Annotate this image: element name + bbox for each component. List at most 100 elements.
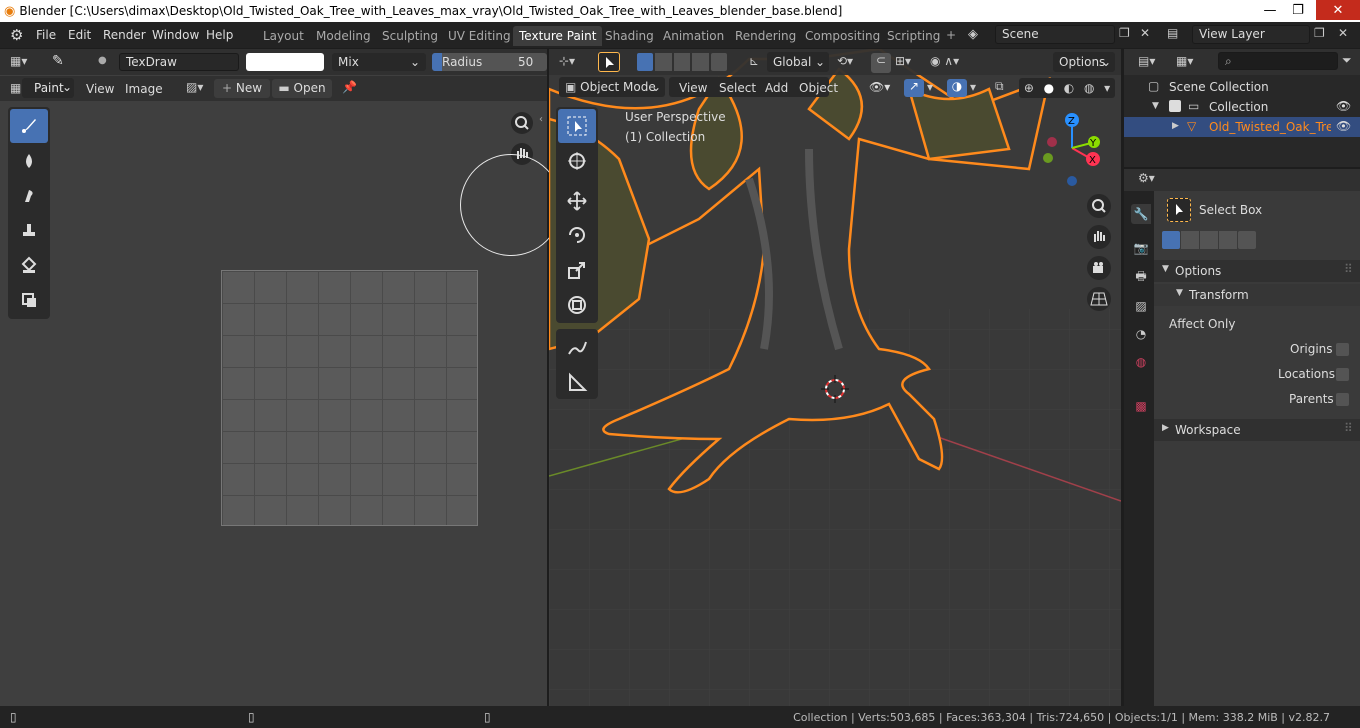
select-mode-set-icon[interactable] [1162, 231, 1180, 249]
paint-mode-select[interactable]: Paint ⌄ [22, 78, 74, 98]
menu-image[interactable]: Image [125, 82, 163, 96]
scene-field[interactable]: Scene [995, 25, 1115, 44]
camera-view-icon[interactable] [1086, 255, 1112, 281]
blender-menu-icon[interactable]: ⚙ [10, 26, 23, 44]
editor-type-icon[interactable]: ▦▾ [10, 54, 27, 68]
clone-tool-icon[interactable] [10, 213, 48, 247]
menu-viewport-add[interactable]: Add [765, 81, 788, 95]
sidebar-toggle-icon[interactable]: ‹ [539, 114, 543, 125]
tab-texture-paint[interactable]: Texture Paint [513, 26, 603, 46]
select-mode-invert-icon[interactable] [1219, 231, 1237, 249]
tab-shading[interactable]: Shading [599, 26, 660, 46]
viewport-options-button[interactable]: Options ⌄ [1053, 52, 1115, 72]
viewport-editor-type-icon[interactable]: ⊹▾ [559, 54, 575, 68]
snap-icon[interactable]: ⊂ [871, 53, 891, 73]
menu-help[interactable]: Help [206, 28, 233, 42]
origins-checkbox[interactable] [1336, 343, 1349, 356]
properties-editor-type-icon[interactable]: ⚙▾ [1138, 171, 1155, 185]
mask-tool-icon[interactable] [10, 283, 48, 317]
brush-color-swatch[interactable] [246, 53, 324, 71]
tab-scripting[interactable]: Scripting [881, 26, 946, 46]
image-zoom-icon[interactable] [510, 111, 534, 135]
shading-mode-group[interactable]: ⊕ ● ◐ ◍ ▾ [1019, 78, 1115, 98]
smear-tool-icon[interactable] [10, 179, 48, 213]
menu-view-image[interactable]: View [86, 82, 114, 96]
material-shading-icon[interactable]: ◐ [1064, 81, 1074, 95]
blend-mode-select[interactable]: Mix ⌄ [332, 53, 426, 71]
navigation-gizmo[interactable]: Z X Y [1036, 108, 1108, 190]
select-mode-intersect-icon[interactable] [1238, 231, 1256, 249]
object-visibility-icon[interactable]: 👁 [1336, 119, 1351, 133]
collection-label[interactable]: Collection [1209, 100, 1268, 114]
add-workspace-icon[interactable]: + [946, 28, 956, 42]
tab-uv-editing[interactable]: UV Editing [442, 26, 517, 46]
viewport-pan-icon[interactable] [1086, 224, 1112, 250]
view-layer-icon[interactable]: ▤ [1167, 26, 1178, 40]
menu-file[interactable]: File [36, 28, 56, 42]
tool-tab-icon[interactable]: 🔧 [1131, 204, 1151, 224]
tab-layout[interactable]: Layout [257, 26, 310, 46]
collection-checkbox[interactable] [1169, 100, 1181, 112]
world-tab-icon[interactable]: ◍ [1131, 352, 1151, 372]
pin-icon[interactable]: 📌 [342, 80, 357, 94]
snap-target-icon[interactable]: ⊞▾ [895, 54, 911, 68]
open-image-button[interactable]: ▬ Open [272, 79, 332, 98]
texture-tab-icon[interactable]: ▩ [1131, 396, 1151, 416]
options-panel-header[interactable]: ▼ Options ⠿ [1154, 260, 1360, 282]
tab-sculpting[interactable]: Sculpting [376, 26, 444, 46]
menu-render[interactable]: Render [103, 28, 146, 42]
gizmo-icon[interactable]: ↗ [904, 79, 924, 97]
annotate-tool-icon[interactable] [558, 331, 596, 365]
tab-modeling[interactable]: Modeling [310, 26, 377, 46]
fill-tool-icon[interactable] [10, 248, 48, 282]
tab-compositing[interactable]: Compositing [799, 26, 886, 46]
select-tool-icon[interactable] [598, 52, 620, 72]
xray-icon[interactable]: ⧉ [995, 79, 1004, 94]
remove-scene-icon[interactable]: ✕ [1140, 26, 1150, 40]
transform-orientation-select[interactable]: Global ⌄ [767, 52, 829, 72]
scene-collection-label[interactable]: Scene Collection [1169, 80, 1269, 94]
menu-viewport-select[interactable]: Select [719, 81, 756, 95]
proportional-edit-icon[interactable]: ◉ ∧▾ [930, 54, 959, 68]
overlays-dropdown-icon[interactable]: ▾ [970, 80, 976, 94]
object-label[interactable]: Old_Twisted_Oak_Tree_w [1209, 120, 1331, 134]
scene-tab-icon[interactable]: ◔ [1131, 324, 1151, 344]
menu-window[interactable]: Window [152, 28, 199, 42]
minimize-button[interactable]: — [1256, 0, 1284, 20]
overlays-icon[interactable]: ◑ [947, 79, 967, 97]
scale-tool-icon[interactable] [558, 253, 596, 287]
menu-viewport-view[interactable]: View [679, 81, 707, 95]
select-box-tool-icon[interactable] [558, 109, 596, 143]
workspace-panel-header[interactable]: ▶ Workspace ⠿ [1154, 419, 1360, 441]
selection-mode-group[interactable] [637, 53, 728, 71]
restore-button[interactable]: ❐ [1284, 0, 1312, 20]
view-layer-tab-icon[interactable]: ▨ [1131, 296, 1151, 316]
rendered-shading-icon[interactable]: ◍ [1084, 81, 1094, 95]
gizmo-dropdown-icon[interactable]: ▾ [927, 80, 933, 94]
filter-icon[interactable]: ⏷ [1342, 53, 1352, 68]
transform-subpanel-header[interactable]: ▼ Transform [1154, 284, 1360, 306]
move-tool-icon[interactable] [558, 184, 596, 218]
options-drag-icon[interactable]: ⠿ [1344, 262, 1353, 276]
brush-icon[interactable]: ✎ [52, 53, 64, 69]
outliner-search-input[interactable]: ⌕ [1218, 52, 1338, 70]
output-tab-icon[interactable]: 🖶 [1131, 267, 1151, 287]
solid-shading-icon[interactable]: ● [1044, 81, 1054, 95]
select-mode-buttons[interactable] [1162, 231, 1256, 249]
shading-dropdown-icon[interactable]: ▾ [1104, 81, 1110, 95]
outliner-editor-type-icon[interactable]: ▤▾ [1138, 54, 1155, 68]
cursor-tool-icon[interactable] [558, 144, 596, 178]
scene-icon[interactable]: ◈ [968, 27, 978, 42]
perspective-toggle-icon[interactable] [1086, 286, 1112, 312]
image-browse-icon[interactable]: ▨▾ [186, 80, 203, 94]
locations-checkbox[interactable] [1336, 368, 1349, 381]
collection-visibility-icon[interactable]: 👁 [1336, 99, 1351, 113]
workspace-drag-icon[interactable]: ⠿ [1344, 421, 1353, 435]
rotate-tool-icon[interactable] [558, 218, 596, 252]
wireframe-shading-icon[interactable]: ⊕ [1024, 81, 1034, 95]
tab-rendering[interactable]: Rendering [729, 26, 802, 46]
brush-preview-icon[interactable]: ● [98, 55, 107, 66]
remove-view-layer-icon[interactable]: ✕ [1338, 26, 1348, 40]
select-mode-subtract-icon[interactable] [1200, 231, 1218, 249]
menu-edit[interactable]: Edit [68, 28, 91, 42]
